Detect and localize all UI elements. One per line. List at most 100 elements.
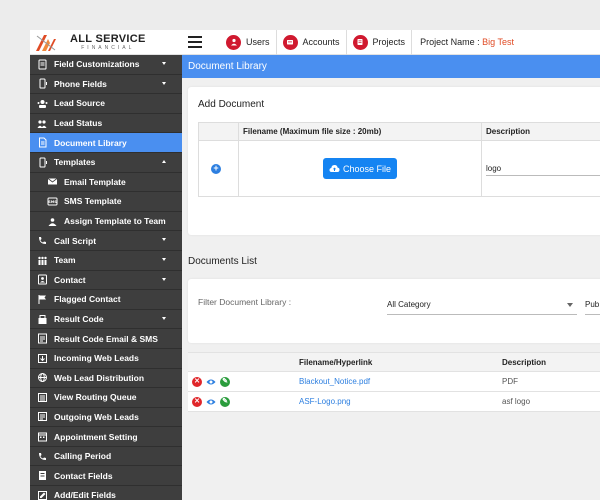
logo[interactable]: ALL SERVICE FINANCIAL [30, 30, 182, 55]
sidebar-item-label: Add/Edit Fields [54, 490, 116, 500]
app-window: ALL SERVICE FINANCIAL Users Accounts Pro… [30, 30, 600, 500]
category-select[interactable]: All Category [387, 295, 577, 315]
table-row: ✕ ✎ ASF-Logo.png asf logo [188, 391, 600, 412]
add-col-filename: Filename (Maximum file size : 20mb) [238, 122, 482, 141]
sidebar-item-label: Result Code [54, 314, 104, 325]
doc-description: asf logo [498, 391, 600, 412]
tab-users[interactable]: Users [220, 30, 277, 55]
page-title: Document Library [182, 55, 600, 78]
sidebar-item-call-script[interactable]: Call Script [30, 231, 182, 251]
add-row-plus-icon[interactable]: + [211, 163, 221, 174]
caret-down-icon [162, 238, 166, 242]
caret-down-icon [162, 62, 166, 65]
sidebar-item-calling-period[interactable]: Calling Period [30, 447, 182, 467]
tab-projects[interactable]: Projects [347, 30, 413, 55]
sidebar-item-label: Incoming Web Leads [54, 353, 139, 364]
result-mail-icon [36, 333, 48, 345]
sidebar-item-outgoing-web-leads[interactable]: Outgoing Web Leads [30, 408, 182, 428]
doc-col-description: Description [498, 352, 600, 372]
sidebar-item-result-code[interactable]: Result Code [30, 310, 182, 330]
edit-icon[interactable]: ✎ [220, 396, 230, 407]
description-input[interactable] [486, 161, 600, 176]
sidebar-item-incoming-web-leads[interactable]: Incoming Web Leads [30, 349, 182, 369]
projects-icon [352, 34, 368, 50]
category-select-value: All Category [387, 300, 431, 309]
sidebar-item-phone-fields[interactable]: Phone Fields [30, 75, 182, 95]
sidebar-item-contact-fields[interactable]: Contact Fields [30, 466, 182, 487]
sidebar-item-label: Result Code Email & SMS [54, 333, 158, 344]
project-value: Big Test [482, 37, 514, 47]
sidebar-item-label: Contact Fields [54, 470, 113, 481]
globe-icon [36, 372, 48, 384]
edit-icon[interactable]: ✎ [220, 376, 230, 387]
sidebar-item-label: View Routing Queue [54, 392, 137, 403]
sidebar-item-label: Document Library [54, 137, 127, 148]
visibility-select[interactable]: Pub [585, 295, 600, 315]
status-icon [36, 117, 48, 129]
sidebar-item-label: Lead Status [54, 118, 103, 129]
sidebar: Field Customizations Phone Fields Lead Sou… [30, 55, 182, 500]
sidebar-item-templates[interactable]: Templates [30, 153, 182, 173]
sidebar-item-assign-template-to-team[interactable]: Assign Template to Team [30, 212, 182, 232]
doc-filename-link[interactable]: Blackout_Notice.pdf [295, 371, 498, 392]
sidebar-item-appointment-setting[interactable]: Appointment Setting [30, 427, 182, 447]
form-icon [36, 58, 48, 70]
outgoing-icon [36, 411, 48, 423]
sidebar-item-lead-status[interactable]: Lead Status [30, 114, 182, 134]
sidebar-item-label: Flagged Contact [54, 294, 121, 305]
logo-subtitle: FINANCIAL [81, 44, 135, 51]
sidebar-item-lead-source[interactable]: Lead Source [30, 94, 182, 114]
sidebar-item-label: Field Customizations [54, 59, 140, 70]
sidebar-item-email-template[interactable]: Email Template [30, 173, 182, 193]
menu-toggle-icon[interactable] [188, 36, 202, 48]
logo-mark-icon [36, 35, 56, 51]
sidebar-item-label: Team [54, 255, 76, 266]
calendar-icon [36, 431, 48, 443]
doc-description: PDF [498, 371, 600, 392]
tab-accounts[interactable]: Accounts [277, 30, 347, 55]
sidebar-item-field-customizations[interactable]: Field Customizations [30, 55, 182, 75]
sidebar-item-label: Web Lead Distribution [54, 372, 145, 383]
svg-text:SMS: SMS [48, 200, 57, 204]
sidebar-item-flagged-contact[interactable]: Flagged Contact [30, 290, 182, 310]
choose-file-label: Choose File [342, 163, 392, 174]
email-icon [46, 176, 58, 188]
result-icon [36, 313, 48, 325]
doc-filename-link[interactable]: ASF-Logo.png [295, 391, 498, 412]
caret-down-icon [162, 257, 166, 261]
filter-label: Filter Document Library : [198, 297, 292, 307]
project-label: Project Name : [420, 37, 480, 47]
delete-icon[interactable]: ✕ [192, 376, 202, 387]
dropdown-arrow-icon [567, 303, 573, 307]
sidebar-item-document-library[interactable]: Document Library [30, 133, 182, 153]
sidebar-item-label: Assign Template to Team [64, 216, 166, 227]
add-col-blank [198, 122, 239, 141]
accounts-icon [282, 34, 298, 50]
sidebar-item-add-edit-fields[interactable]: Add/Edit Fields [30, 486, 182, 500]
add-document-title: Add Document [198, 99, 265, 110]
sidebar-item-label: Templates [54, 157, 96, 168]
sidebar-item-view-routing-queue[interactable]: View Routing Queue [30, 388, 182, 408]
sidebar-item-sms-template[interactable]: SMS SMS Template [30, 192, 182, 212]
sidebar-item-team[interactable]: Team [30, 251, 182, 271]
main-content: Document Library Add Document Filename (… [182, 55, 600, 500]
sidebar-item-label: Call Script [54, 235, 97, 246]
caret-down-icon [162, 316, 166, 320]
sidebar-item-web-lead-distribution[interactable]: Web Lead Distribution [30, 369, 182, 389]
call-icon [36, 235, 48, 247]
sidebar-item-contact[interactable]: Contact [30, 271, 182, 291]
view-icon[interactable] [205, 397, 217, 407]
flag-icon [36, 293, 48, 305]
logo-title: ALL SERVICE [70, 32, 146, 45]
phone-icon [36, 78, 48, 90]
documents-list-title: Documents List [188, 256, 257, 267]
sidebar-item-result-code-email-sms[interactable]: Result Code Email & SMS [30, 329, 182, 349]
choose-file-button[interactable]: Choose File [323, 158, 397, 179]
team-icon [36, 254, 48, 266]
delete-icon[interactable]: ✕ [192, 396, 202, 407]
phone-call-icon [36, 450, 48, 462]
view-icon[interactable] [205, 377, 217, 387]
phone-icon [36, 156, 48, 168]
caret-down-icon [162, 277, 166, 281]
sidebar-item-label: Calling Period [54, 451, 112, 462]
